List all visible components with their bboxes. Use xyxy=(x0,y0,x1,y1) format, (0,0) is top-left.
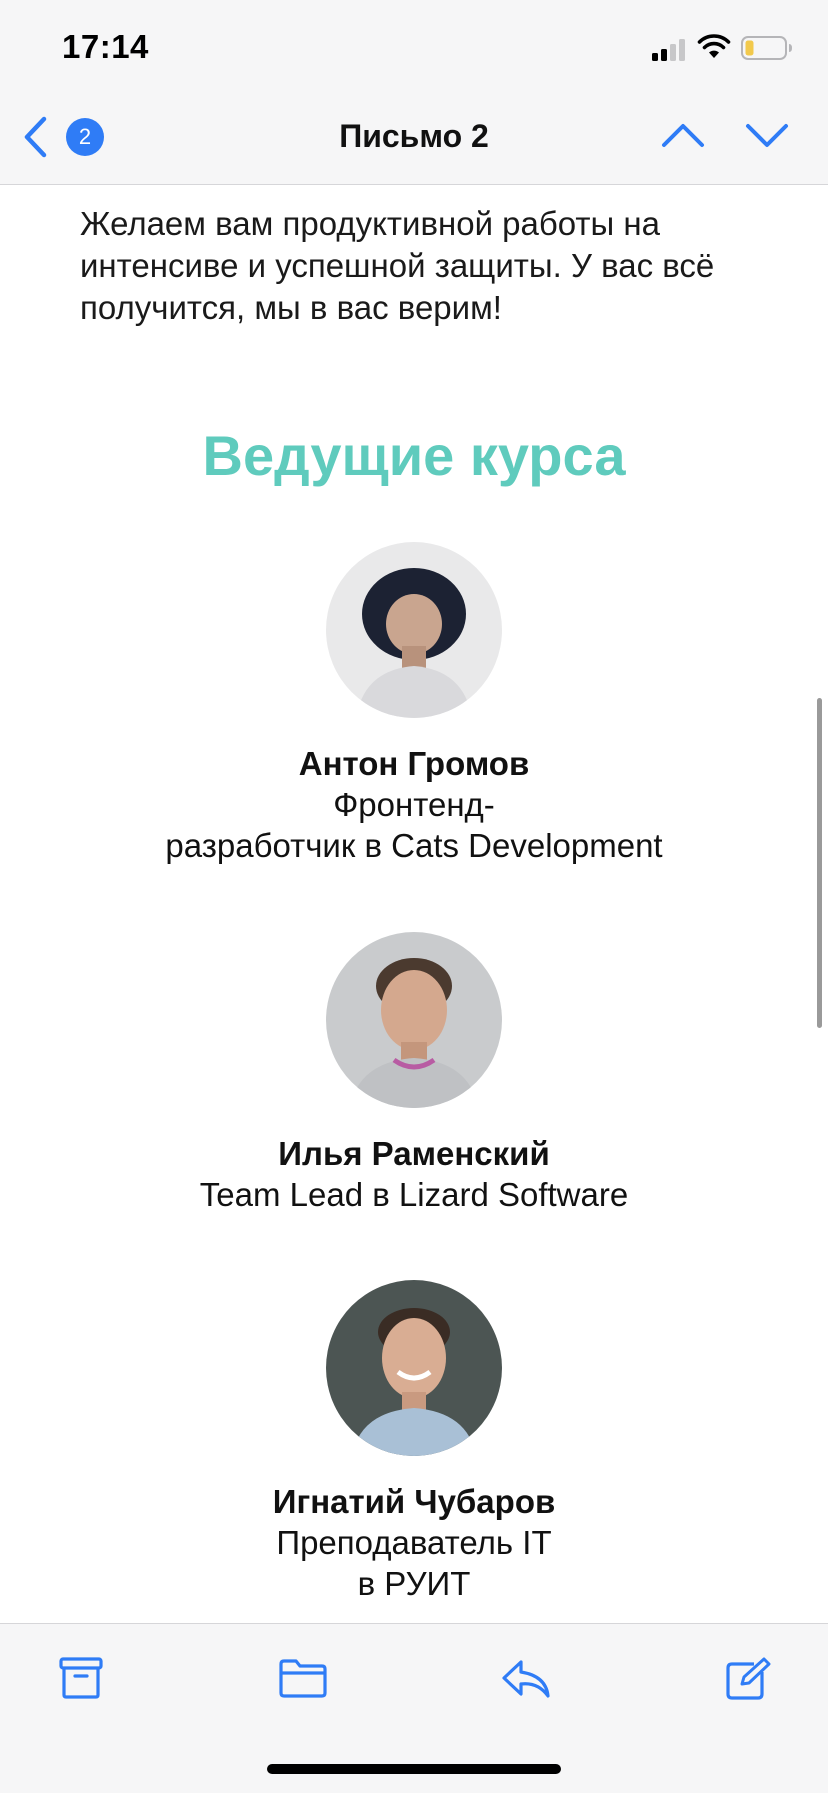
avatar xyxy=(326,1280,502,1456)
chevron-down-icon[interactable] xyxy=(744,120,790,150)
host-name: Антон Громов xyxy=(298,745,530,782)
intro-text: Желаем вам продуктивной работы на интенс… xyxy=(80,205,715,326)
host-role: Фронтенд- xyxy=(333,786,495,823)
host-role: Team Lead в Lizard Software xyxy=(199,1176,629,1213)
scrollbar[interactable] xyxy=(817,698,822,1028)
host-name: Илья Раменский xyxy=(278,1135,550,1172)
host-role: Преподаватель IT xyxy=(276,1524,552,1561)
host-role: разработчик в Cats Development xyxy=(165,827,663,864)
chevron-up-icon[interactable] xyxy=(660,120,706,150)
status-time: 17:14 xyxy=(62,28,149,65)
home-indicator[interactable] xyxy=(267,1764,561,1774)
avatar xyxy=(326,932,502,1108)
nav-bar: 2 Письмо 2 xyxy=(0,92,828,185)
folder-icon[interactable] xyxy=(278,1656,328,1700)
wifi-icon xyxy=(697,34,731,58)
compose-icon[interactable] xyxy=(724,1656,772,1702)
email-body[interactable]: Желаем вам продуктивной работы на интенс… xyxy=(0,185,828,1623)
reply-icon[interactable] xyxy=(500,1656,552,1700)
host-card: Игнатий Чубаров Преподаватель IT в РУИТ xyxy=(0,1280,828,1604)
section-title: Ведущие курса xyxy=(202,424,626,487)
host-role: в РУИТ xyxy=(357,1565,471,1602)
host-card: Антон Громов Фронтенд- разработчик в Cat… xyxy=(0,542,828,866)
archive-icon[interactable] xyxy=(58,1656,104,1700)
cellular-signal-icon xyxy=(652,39,685,61)
host-name: Игнатий Чубаров xyxy=(272,1483,556,1520)
battery-icon xyxy=(741,36,792,60)
avatar xyxy=(326,542,502,718)
status-bar: 17:14 xyxy=(0,0,828,92)
host-card: Илья Раменский Team Lead в Lizard Softwa… xyxy=(0,932,828,1215)
